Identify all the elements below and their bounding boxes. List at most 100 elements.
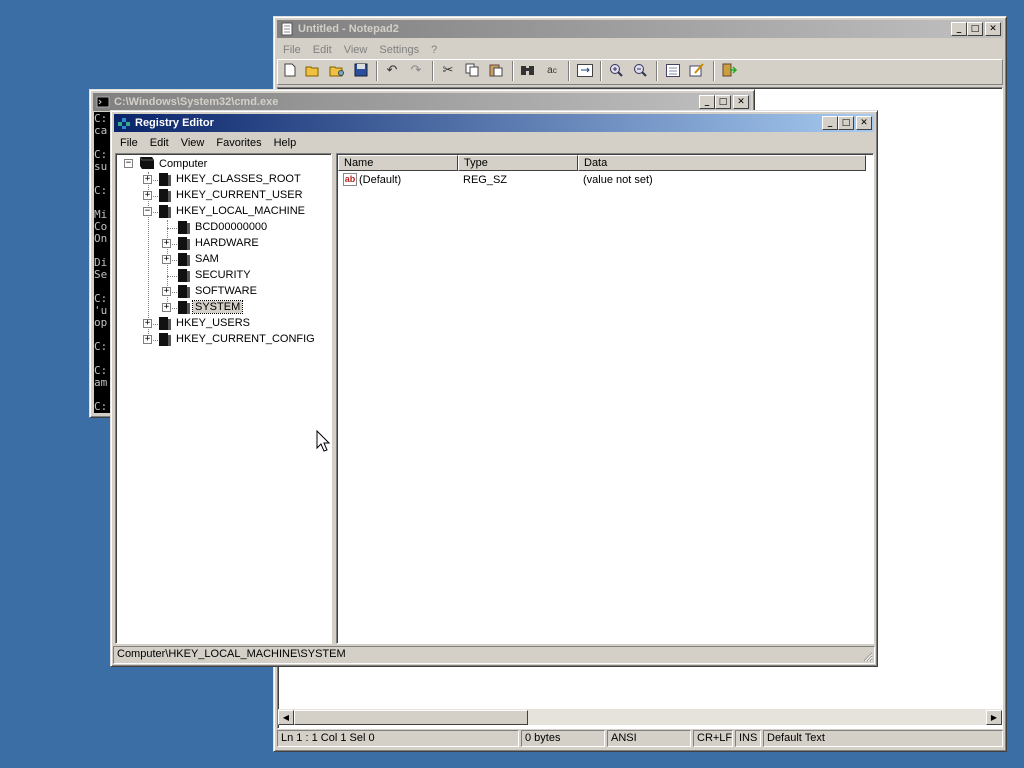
scroll-thumb[interactable] [294,710,528,725]
maximize-button[interactable]: □ [967,22,983,36]
registry-key-icon [159,205,171,218]
console-icon [96,96,110,108]
value-data: (value not set) [583,174,653,186]
tree-node-computer[interactable]: − Computer [116,156,331,172]
menu-edit[interactable]: Edit [144,137,175,149]
settings-icon[interactable] [688,62,706,78]
status-encoding[interactable]: ANSI [607,730,691,747]
notepad2-title: Untitled - Notepad2 [298,23,399,35]
tree-node[interactable]: − HKEY_LOCAL_MACHINE [116,204,331,220]
scroll-right-arrow[interactable]: ▶ [986,710,1002,725]
menu-file[interactable]: File [277,44,307,56]
values-header: Name Type Data [338,155,873,171]
collapse-icon[interactable]: − [143,207,152,216]
notepad2-statusbar: Ln 1 : 1 Col 1 Sel 0 0 bytes ANSI CR+LF … [277,730,1003,748]
zoom-out-icon[interactable] [631,62,649,78]
open-icon[interactable] [304,62,322,78]
tree-label: HKEY_CLASSES_ROOT [176,173,301,185]
cmd-titlebar[interactable]: C:\Windows\System32\cmd.exe _ □ ✕ [93,93,751,111]
tree-node[interactable]: + SYSTEM [116,300,331,316]
registry-key-icon [178,221,190,234]
expand-icon[interactable]: + [143,335,152,344]
status-scheme[interactable]: Default Text [763,730,1003,747]
menu-help[interactable]: Help [268,137,303,149]
horizontal-scrollbar[interactable]: ◀ ▶ [278,709,1002,725]
cmd-title: C:\Windows\System32\cmd.exe [114,96,279,108]
registry-key-icon [178,285,190,298]
expand-icon[interactable]: + [162,239,171,248]
toolbar-separator [568,61,570,81]
undo-icon[interactable]: ↶ [383,62,401,78]
replace-icon[interactable]: ac [543,62,561,78]
regedit-titlebar[interactable]: Registry Editor _ □ ✕ [114,114,874,132]
expand-icon[interactable]: + [162,287,171,296]
toolbar-separator [600,61,602,81]
notepad2-titlebar[interactable]: Untitled - Notepad2 _ □ ✕ [277,20,1003,38]
registry-key-icon [178,253,190,266]
tree-label: BCD00000000 [195,221,268,233]
scroll-left-arrow[interactable]: ◀ [278,710,294,725]
registry-tree-pane[interactable]: − Computer + HKEY_CLASSES_ROOT + HKEY_CURRE… [115,153,332,644]
new-icon[interactable] [281,62,299,78]
tree-node[interactable]: SECURITY [116,268,331,284]
tree-node[interactable]: + HKEY_CURRENT_CONFIG [116,332,331,348]
exit-icon[interactable] [720,62,738,78]
close-button[interactable]: ✕ [856,116,872,130]
tree-node[interactable]: + HKEY_CURRENT_USER [116,188,331,204]
view-icon[interactable] [664,62,682,78]
browse-icon[interactable] [328,62,346,78]
menu-help[interactable]: ? [425,44,443,56]
save-icon[interactable] [352,62,370,78]
notepad-icon [281,22,293,36]
tree-node[interactable]: + HARDWARE [116,236,331,252]
tree-label: SYSTEM [191,300,244,314]
status-insert-mode: INS [735,730,761,747]
minimize-button[interactable]: _ [699,95,715,109]
registry-key-icon [159,317,171,330]
expand-icon[interactable]: + [143,319,152,328]
column-header-data[interactable]: Data [578,155,866,171]
collapse-icon[interactable]: − [124,159,133,168]
status-line-endings[interactable]: CR+LF [693,730,733,747]
column-header-name[interactable]: Name [338,155,458,171]
maximize-button[interactable]: □ [838,116,854,130]
toolbar-separator [656,61,658,81]
toolbar-separator [713,61,715,81]
expand-icon[interactable]: + [162,255,171,264]
tree-node[interactable]: + SAM [116,252,331,268]
find-icon[interactable] [519,62,537,78]
menu-favorites[interactable]: Favorites [210,137,267,149]
expand-icon[interactable]: + [162,303,171,312]
value-row[interactable]: ab (Default) REG_SZ (value not set) [338,172,873,190]
close-button[interactable]: ✕ [985,22,1001,36]
tree-node[interactable]: + HKEY_CLASSES_ROOT [116,172,331,188]
value-name: (Default) [359,174,402,186]
zoom-in-icon[interactable] [607,62,625,78]
status-key-path: Computer\HKEY_LOCAL_MACHINE\SYSTEM [117,648,346,660]
minimize-button[interactable]: _ [822,116,838,130]
registry-values-pane[interactable]: Name Type Data ab (Default) REG_SZ (valu… [336,153,874,644]
expand-icon[interactable]: + [143,175,152,184]
tree-node[interactable]: BCD00000000 [116,220,331,236]
maximize-button[interactable]: □ [715,95,731,109]
menu-file[interactable]: File [114,137,144,149]
minimize-button[interactable]: _ [951,22,967,36]
registry-key-icon [159,189,171,202]
word-wrap-icon[interactable] [576,62,594,78]
menu-settings[interactable]: Settings [373,44,425,56]
resize-grip-icon[interactable] [861,650,873,662]
toolbar-separator [432,61,434,81]
copy-icon[interactable] [463,62,481,78]
status-size: 0 bytes [521,730,605,747]
tree-node[interactable]: + HKEY_USERS [116,316,331,332]
redo-icon[interactable]: ↷ [407,62,425,78]
cut-icon[interactable]: ✂ [439,62,457,78]
menu-view[interactable]: View [338,44,374,56]
expand-icon[interactable]: + [143,191,152,200]
menu-view[interactable]: View [175,137,211,149]
column-header-type[interactable]: Type [458,155,578,171]
menu-edit[interactable]: Edit [307,44,338,56]
paste-icon[interactable] [487,62,505,78]
tree-node[interactable]: + SOFTWARE [116,284,331,300]
close-button[interactable]: ✕ [733,95,749,109]
